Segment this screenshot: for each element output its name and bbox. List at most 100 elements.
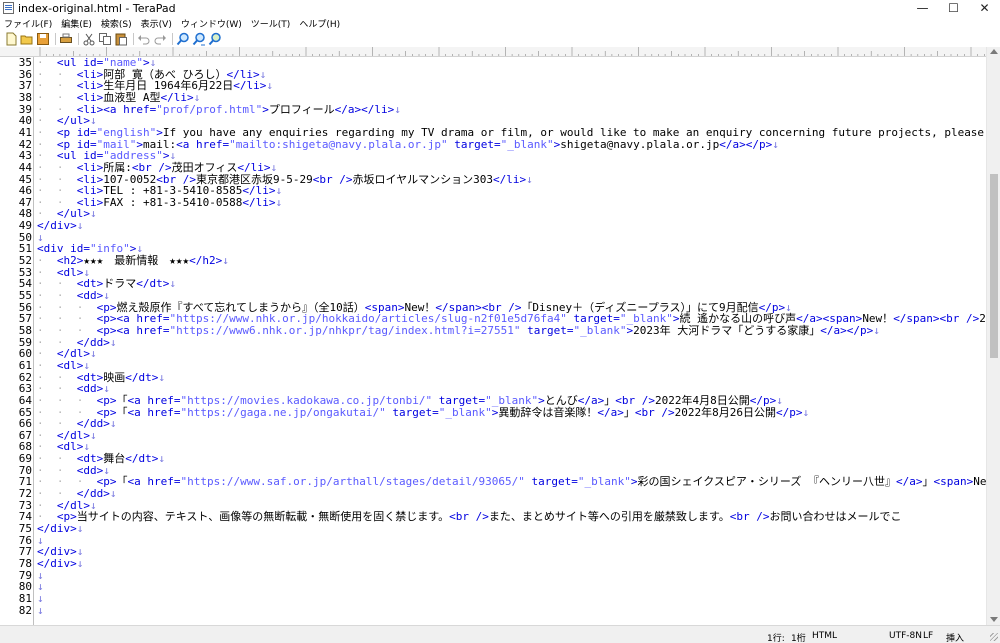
scroll-down-icon[interactable] xyxy=(990,617,998,622)
code-line[interactable]: · · · <p><a href="https://www6.nhk.or.jp… xyxy=(37,325,880,337)
code-token: </a> xyxy=(597,405,624,419)
status-column: 1桁 xyxy=(791,634,806,643)
menu-search[interactable]: 検索(S) xyxy=(101,17,132,30)
code-token: <a xyxy=(176,137,196,151)
code-token: href= xyxy=(196,137,230,151)
ruler xyxy=(0,47,986,57)
line-end-mark: ↓ xyxy=(169,277,176,291)
code-text: 」 xyxy=(623,405,635,419)
menu-view[interactable]: 表示(V) xyxy=(141,17,172,30)
toolbar-separator xyxy=(133,33,134,45)
code-token: href= xyxy=(147,405,181,419)
line-number: 72 xyxy=(18,487,32,501)
new-file-icon[interactable] xyxy=(4,32,18,46)
line-end-mark: ↓ xyxy=(90,207,97,221)
scrollbar-thumb[interactable] xyxy=(990,174,998,358)
code-text: プロフィール xyxy=(268,102,335,116)
code-text: また、まとめサイト等への引用を厳禁致します。 xyxy=(488,510,730,524)
code-token: </span><br /> xyxy=(893,312,980,326)
vertical-scrollbar[interactable] xyxy=(986,47,1000,625)
copy-icon[interactable] xyxy=(98,32,112,46)
scroll-up-icon[interactable] xyxy=(990,49,998,54)
line-number: 55 xyxy=(18,289,32,302)
code-line[interactable]: </div>↓ xyxy=(37,523,83,535)
menu-file[interactable]: ファイル(F) xyxy=(4,17,52,30)
code-token: <br /> xyxy=(634,405,675,419)
replace-icon[interactable] xyxy=(208,32,222,46)
app-icon xyxy=(3,2,14,14)
code-token: target= xyxy=(447,137,501,151)
code-token: </li> xyxy=(493,172,527,186)
code-token: <br /> xyxy=(312,172,353,186)
code-line[interactable]: · <p>当サイトの内容、テキスト、画像等の無断転載・無断使用を固く禁じます。<… xyxy=(37,511,902,523)
menu-bar: ファイル(F) 編集(E) 検索(S) 表示(V) ウィンドウ(W) ツール(T… xyxy=(0,16,1000,30)
code-token: </a> xyxy=(896,475,923,489)
code-line[interactable]: · · · <p>「<a href="https://gaga.ne.jp/on… xyxy=(37,405,809,419)
code-text: 2022年8月26日公開 xyxy=(674,405,777,419)
line-end-mark: ↓ xyxy=(76,522,84,535)
close-icon[interactable]: ✕ xyxy=(969,0,1000,16)
line-number: 61 xyxy=(18,358,32,372)
undo-icon[interactable] xyxy=(137,32,151,46)
menu-window[interactable]: ウィンドウ(W) xyxy=(181,17,242,30)
toolbar-separator xyxy=(172,33,173,45)
code-token: </a></p> xyxy=(820,323,874,337)
text-editor[interactable]: 35 36 37 38 39 40 41 42 43 44 45 46 47 48 49 50 51 52 53 54… xyxy=(0,57,986,625)
line-end-mark: ↓ xyxy=(76,556,84,570)
code-token: </a></p> xyxy=(719,137,773,151)
paste-icon[interactable] xyxy=(114,32,128,46)
code-token: "_blank" xyxy=(573,323,627,337)
code-text: 赤坂ロイヤルマンション303 xyxy=(352,172,494,186)
line-end-mark: ↓ xyxy=(158,452,165,466)
line-number: 38 xyxy=(18,90,32,104)
print-icon[interactable] xyxy=(59,32,73,46)
menu-tools[interactable]: ツール(T) xyxy=(251,17,291,30)
resize-grip-icon[interactable] xyxy=(990,633,998,641)
status-newline: LF xyxy=(923,631,934,641)
maximize-icon[interactable]: ☐ xyxy=(938,0,969,16)
code-line[interactable]: </div>↓ xyxy=(37,558,83,570)
line-number: 41 xyxy=(18,125,32,139)
menu-help[interactable]: ヘルプ(H) xyxy=(299,17,340,30)
search-next-icon[interactable] xyxy=(192,32,206,46)
code-line[interactable]: </div>↓ xyxy=(37,220,83,232)
line-end-mark: ↓ xyxy=(158,370,165,384)
code-token: "https://www6.nhk.or.jp/nhkpr/tag/index.… xyxy=(169,323,521,337)
line-end-mark: ↓ xyxy=(109,487,117,501)
code-line[interactable]: · · · <p>「<a href="https://www.saf.or.jp… xyxy=(37,476,986,488)
line-end-mark: ↓ xyxy=(222,254,229,268)
code-text: 当サイトの内容、テキスト、画像等の無断転載・無断使用を固く禁じます。 xyxy=(76,510,450,524)
save-icon[interactable] xyxy=(36,32,50,46)
toolbar-separator xyxy=(78,33,79,45)
code-token: </li> xyxy=(233,79,267,93)
code-token: "_blank" xyxy=(500,137,554,151)
code-token: "_blank" xyxy=(438,405,492,419)
line-end-mark: ↓ xyxy=(37,603,44,617)
open-folder-icon[interactable] xyxy=(20,32,34,46)
line-end-mark: ↓ xyxy=(109,335,117,349)
toolbar-separator xyxy=(55,33,56,45)
terapad-window: index-original.html - TeraPad — ☐ ✕ ファイル… xyxy=(0,0,1000,643)
line-number: 82 xyxy=(18,603,32,617)
line-number: 35 xyxy=(18,57,32,69)
code-text: 」 xyxy=(922,475,934,489)
cut-icon[interactable] xyxy=(82,32,96,46)
code-text: ★★★ 最新情報 ★★★ xyxy=(83,254,190,268)
search-icon[interactable] xyxy=(176,32,190,46)
line-end-mark: ↓ xyxy=(394,102,401,116)
line-number: 75 xyxy=(18,522,32,535)
code-line[interactable]: ↓ xyxy=(37,603,44,617)
menu-edit[interactable]: 編集(E) xyxy=(61,17,92,30)
code-token: <a xyxy=(127,405,148,419)
code-text: 彩の国シェイクスピア・シリーズ 『ヘンリー八世』 xyxy=(637,475,896,489)
code-text: shigeta@navy.plala.or.jp xyxy=(560,137,720,151)
code-token: "prof/prof.html" xyxy=(156,102,263,116)
line-end-mark: ↓ xyxy=(772,137,779,151)
redo-icon[interactable] xyxy=(153,32,167,46)
code-token: > xyxy=(262,102,269,116)
line-number: 78 xyxy=(18,556,32,570)
code-token: <br /> xyxy=(729,510,770,524)
minimize-icon[interactable]: — xyxy=(907,0,938,16)
code-text: 「 xyxy=(116,475,128,489)
line-end-mark: ↓ xyxy=(76,219,84,233)
